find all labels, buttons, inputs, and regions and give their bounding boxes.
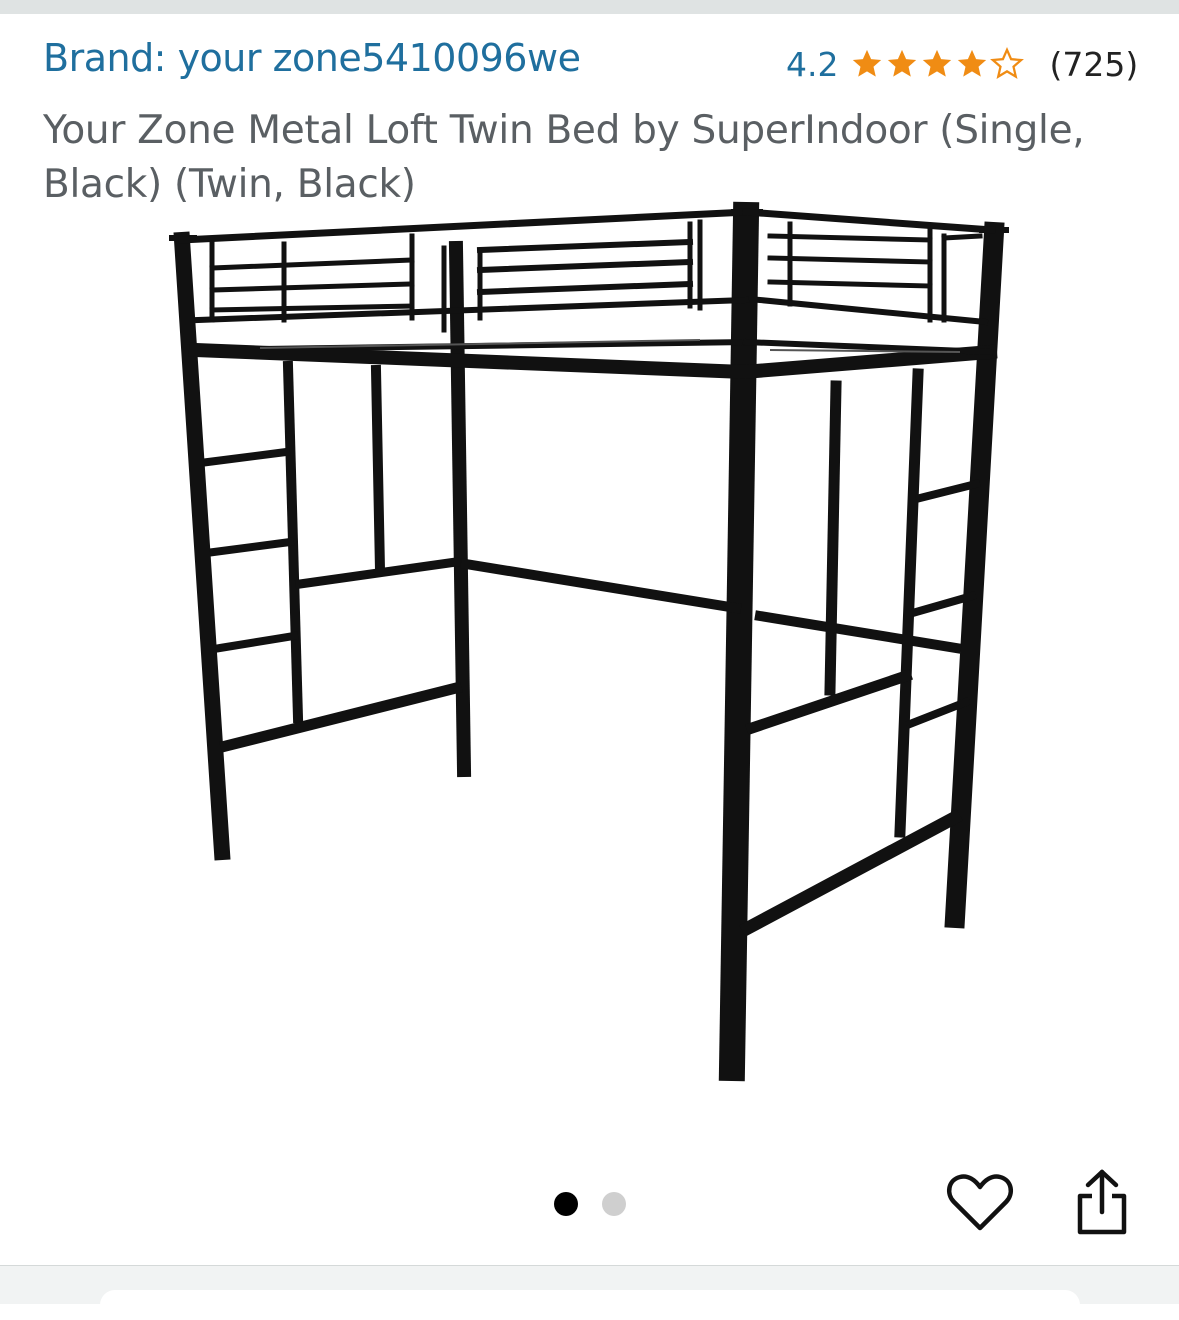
- star-empty-icon: [990, 47, 1025, 79]
- bottom-sheet-edge: [100, 1290, 1080, 1320]
- carousel-dot-active[interactable]: [554, 1192, 578, 1216]
- star-full-icon: [853, 49, 882, 77]
- loft-bed-image: [169, 201, 1009, 1082]
- brand-link[interactable]: Brand: your zone5410096we: [43, 36, 581, 80]
- heart-icon[interactable]: [946, 1170, 1014, 1234]
- star-full-icon: [923, 49, 952, 77]
- rating-count: (725): [1049, 44, 1139, 84]
- share-icon[interactable]: [1072, 1168, 1132, 1236]
- carousel-dot[interactable]: [602, 1192, 626, 1216]
- star-rating: [850, 47, 1025, 81]
- product-title: Your Zone Metal Loft Twin Bed by SuperIn…: [43, 108, 1085, 207]
- carousel-pagination: [554, 1192, 650, 1216]
- star-full-icon: [958, 49, 987, 77]
- product-header: Brand: your zone5410096we 4.2 (725) Your…: [0, 14, 1179, 207]
- rating-summary[interactable]: 4.2 (725): [786, 44, 1138, 84]
- top-strip: [0, 0, 1179, 14]
- product-image-carousel[interactable]: [0, 200, 1179, 1265]
- rating-value: 4.2: [786, 44, 839, 84]
- star-full-icon: [888, 49, 917, 77]
